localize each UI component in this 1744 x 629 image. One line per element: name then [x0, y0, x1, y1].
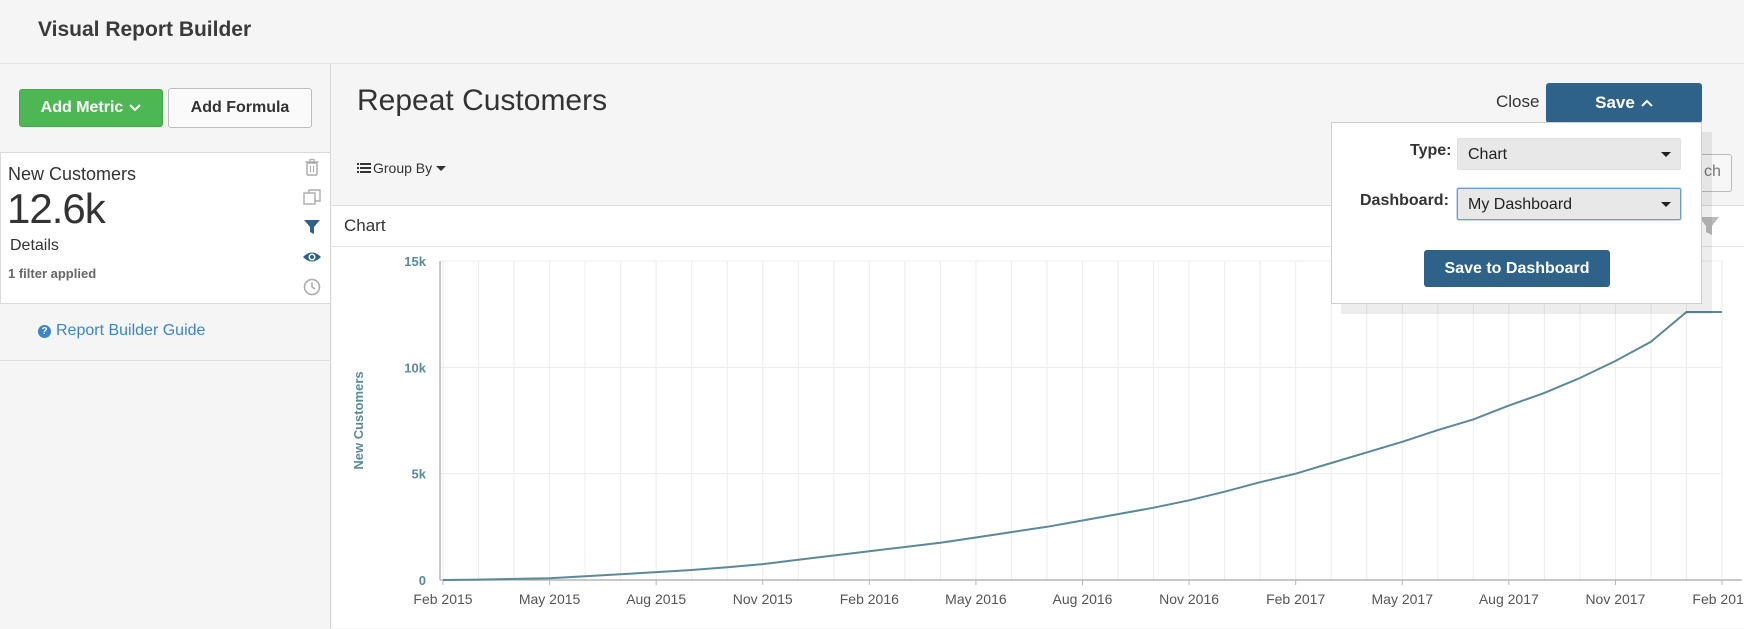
sidebar: Add Metric Add Formula New Customers 12.… [0, 64, 331, 628]
x-tick-label: Feb 2018 [1692, 591, 1744, 607]
y-tick-label: 10k [404, 360, 426, 375]
filter-icon[interactable] [302, 217, 322, 238]
partially-hidden-button[interactable]: ch [1702, 154, 1732, 192]
close-button[interactable]: Close [1496, 92, 1539, 112]
report-title[interactable]: Repeat Customers [357, 84, 607, 118]
help-icon: ? [38, 324, 51, 338]
x-tick-label: Aug 2015 [626, 591, 686, 607]
x-tick-label: Nov 2017 [1585, 591, 1645, 607]
save-dropdown: Type: Chart Dashboard: My Dashboard Save… [1331, 122, 1702, 304]
dashboard-select[interactable]: My Dashboard [1457, 188, 1681, 220]
x-tick-label: Feb 2015 [413, 591, 472, 607]
x-tick-label: Aug 2017 [1479, 591, 1539, 607]
metric-details-link[interactable]: Details [10, 237, 59, 255]
y-axis-title: New Customers [351, 371, 366, 469]
guide-link-label: Report Builder Guide [56, 322, 206, 339]
eye-icon[interactable] [302, 247, 322, 268]
x-tick-label: Nov 2015 [733, 591, 793, 607]
dashboard-label: Dashboard: [1360, 192, 1449, 209]
trash-icon[interactable] [302, 157, 322, 178]
type-select-value: Chart [1468, 146, 1508, 163]
sidebar-divider [0, 360, 331, 361]
save-to-dashboard-button[interactable]: Save to Dashboard [1424, 250, 1610, 287]
x-tick-label: May 2016 [945, 591, 1007, 607]
dashboard-select-value: My Dashboard [1468, 196, 1573, 213]
group-by-button[interactable]: Group By [357, 160, 447, 176]
metric-value: 12.6k [7, 185, 106, 232]
add-formula-button[interactable]: Add Formula [168, 88, 312, 128]
add-metric-label: Add Metric [40, 99, 124, 116]
type-label: Type: [1410, 142, 1452, 159]
list-icon [357, 163, 371, 173]
y-tick-label: 5k [412, 467, 427, 482]
x-tick-label: Feb 2017 [1266, 591, 1325, 607]
x-tick-label: Aug 2016 [1053, 591, 1113, 607]
clock-icon[interactable] [302, 277, 322, 298]
x-tick-label: May 2015 [519, 591, 581, 607]
x-tick-label: Nov 2016 [1159, 591, 1219, 607]
copy-icon[interactable] [302, 187, 322, 208]
x-tick-label: May 2017 [1372, 591, 1434, 607]
add-metric-button[interactable]: Add Metric [19, 89, 163, 127]
save-label: Save [1595, 93, 1635, 112]
metric-card[interactable]: New Customers 12.6k Details 1 filter app… [0, 152, 331, 304]
metric-name: New Customers [8, 164, 137, 184]
metric-actions [302, 157, 322, 298]
type-select[interactable]: Chart [1457, 138, 1681, 170]
metric-filter-status: 1 filter applied [8, 266, 97, 281]
group-by-label: Group By [373, 160, 433, 176]
caret-down-icon [436, 165, 447, 171]
dropdown-arrow-icon [1661, 202, 1671, 207]
y-tick-label: 15k [404, 254, 426, 269]
top-bar: Visual Report Builder [0, 0, 1744, 64]
report-builder-guide-link[interactable]: ? Report Builder Guide [38, 322, 205, 340]
chevron-up-icon [1641, 99, 1653, 107]
partially-hidden-button-label: ch [1704, 163, 1721, 180]
dropdown-arrow-icon [1661, 152, 1671, 157]
y-tick-label: 0 [419, 573, 426, 588]
chevron-down-icon [129, 104, 142, 112]
x-tick-label: Feb 2016 [840, 591, 899, 607]
app-title: Visual Report Builder [38, 18, 252, 41]
save-button[interactable]: Save [1546, 83, 1702, 123]
